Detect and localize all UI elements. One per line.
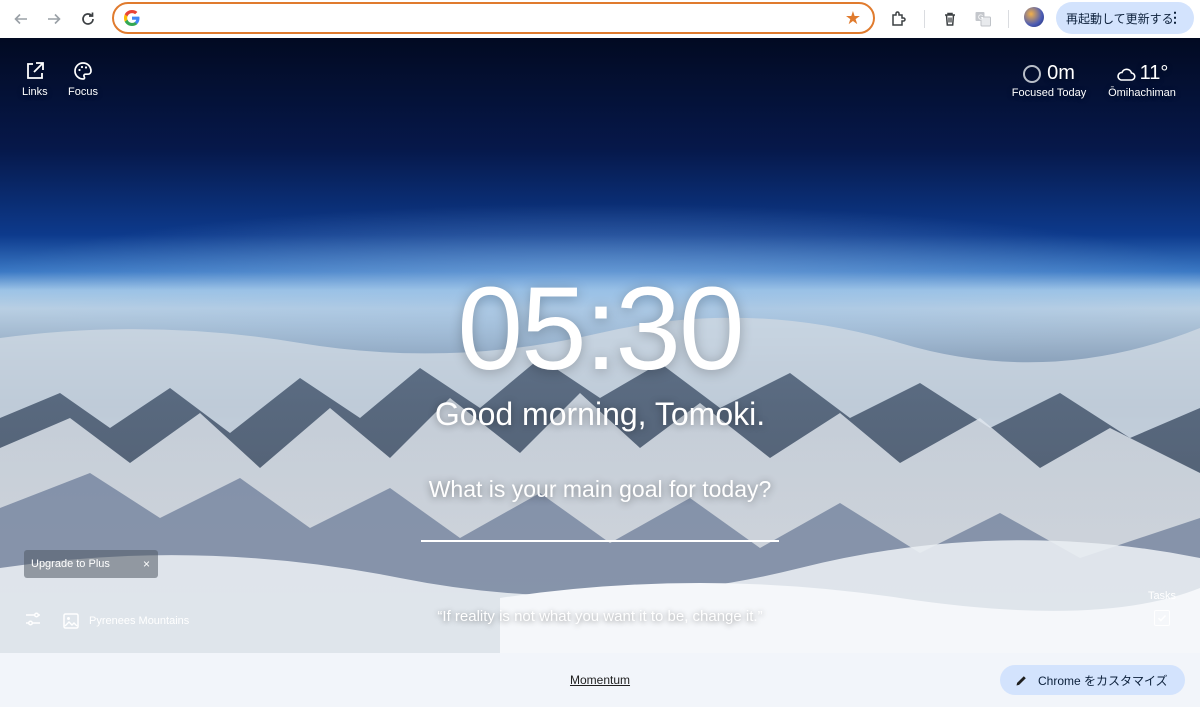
google-g-icon bbox=[124, 10, 140, 26]
profile-avatar[interactable] bbox=[1024, 7, 1044, 27]
bookmark-star-icon[interactable]: ★ bbox=[845, 8, 861, 28]
focus-label: Focus bbox=[68, 86, 98, 98]
temperature-value: 11° bbox=[1139, 62, 1169, 84]
customize-chrome-button[interactable]: Chrome をカスタマイズ bbox=[1000, 665, 1185, 695]
upgrade-label: Upgrade to Plus bbox=[31, 558, 110, 570]
clock-time[interactable]: 05:30 bbox=[0, 264, 1200, 394]
links-button[interactable]: Links bbox=[22, 60, 48, 98]
main-goal-prompt: What is your main goal for today? bbox=[428, 476, 772, 502]
focused-today-value: 0m bbox=[1047, 62, 1075, 84]
main-goal-input[interactable] bbox=[421, 518, 779, 542]
ntp-footer: Momentum Chrome をカスタマイズ bbox=[0, 653, 1200, 707]
extensions-puzzle-icon[interactable] bbox=[887, 7, 911, 31]
toolbar-divider bbox=[1008, 10, 1009, 28]
reload-icon[interactable] bbox=[76, 7, 100, 31]
focus-progress-ring-icon bbox=[1023, 64, 1042, 83]
svg-text:G: G bbox=[978, 15, 983, 22]
checkbox-icon bbox=[1154, 610, 1170, 626]
focus-button[interactable]: Focus bbox=[68, 60, 98, 98]
restart-button-label: 再起動して更新する bbox=[1066, 11, 1174, 26]
browser-toolbar: ★ G 再起動して更新する ⋮ bbox=[0, 0, 1200, 38]
palette-icon bbox=[74, 62, 92, 80]
focused-today-widget[interactable]: 0m Focused Today bbox=[1008, 62, 1090, 99]
extension-link-label[interactable]: Momentum bbox=[570, 673, 630, 687]
close-icon[interactable]: × bbox=[143, 557, 150, 571]
external-link-icon bbox=[26, 62, 44, 79]
restart-to-update-button[interactable]: 再起動して更新する ⋮ bbox=[1056, 2, 1194, 34]
tasks-button[interactable]: Tasks bbox=[1145, 590, 1179, 626]
links-label: Links bbox=[22, 86, 48, 98]
back-arrow-icon[interactable] bbox=[9, 7, 33, 31]
weather-widget[interactable]: 11° Ōmihachiman bbox=[1104, 62, 1180, 99]
more-menu-icon[interactable]: ⋮ bbox=[1168, 10, 1182, 24]
focused-today-label: Focused Today bbox=[1011, 87, 1087, 99]
address-bar[interactable]: ★ bbox=[112, 2, 875, 34]
translate-icon[interactable]: G bbox=[971, 7, 995, 31]
tasks-label: Tasks bbox=[1147, 590, 1177, 602]
customize-chrome-label: Chrome をカスタマイズ bbox=[1038, 673, 1168, 688]
daily-quote[interactable]: “If reality is not what you want it to b… bbox=[0, 608, 1200, 625]
weather-location: Ōmihachiman bbox=[1108, 87, 1176, 99]
forward-arrow-icon[interactable] bbox=[42, 7, 66, 31]
momentum-dashboard: Links Focus 0m Focused Today 11° Ōmihach… bbox=[0, 38, 1200, 653]
toolbar-divider bbox=[924, 10, 925, 28]
upgrade-banner[interactable]: Upgrade to Plus × bbox=[24, 550, 158, 578]
greeting-text: Good morning, Tomoki. bbox=[434, 396, 766, 432]
omnibox-input[interactable] bbox=[148, 8, 838, 28]
cloud-icon bbox=[1116, 68, 1136, 81]
trash-icon[interactable] bbox=[938, 7, 962, 31]
pencil-icon bbox=[1016, 675, 1026, 685]
